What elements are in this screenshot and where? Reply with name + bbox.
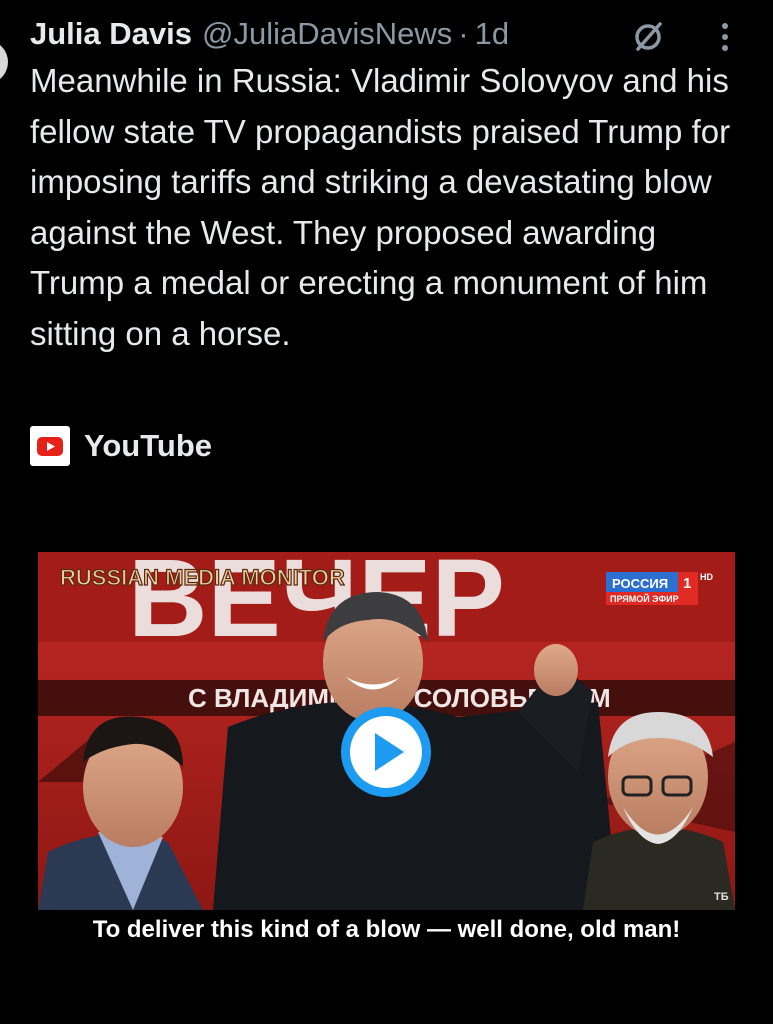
live-label: ПРЯМОЙ ЭФИР [610,593,679,604]
channel-number: 1 [683,575,691,592]
author-handle[interactable]: @JuliaDavisNews [202,16,452,52]
post-header: Julia Davis @JuliaDavisNews · 1d [30,12,750,56]
source-label: YouTube [84,428,212,463]
hd-badge: HD [700,572,713,582]
link-source[interactable]: YouTube [30,424,212,468]
more-icon[interactable] [720,20,730,54]
video-frame: ВЕЧЕР С ВЛАДИМИРОМ СОЛОВЬЕВЫМ RUSSIAN ME… [38,552,735,910]
channel-name: РОССИЯ [612,576,668,591]
video-subtitle: To deliver this kind of a blow — well do… [92,916,681,943]
avatar[interactable] [0,40,8,84]
author-name[interactable]: Julia Davis [30,16,192,52]
youtube-icon [30,426,70,466]
grok-icon[interactable] [630,18,666,54]
post-text: Meanwhile in Russia: Vladimir Solovyov a… [30,62,731,352]
watermark-text: RUSSIAN MEDIA MONITOR [60,565,345,590]
corner-mark: ТБ [714,891,729,903]
post-time[interactable]: 1d [475,16,509,52]
video-player[interactable]: ВЕЧЕР С ВЛАДИМИРОМ СОЛОВЬЕВЫМ RUSSIAN ME… [38,552,735,910]
separator-dot: · [458,16,469,51]
play-icon[interactable] [341,707,431,797]
